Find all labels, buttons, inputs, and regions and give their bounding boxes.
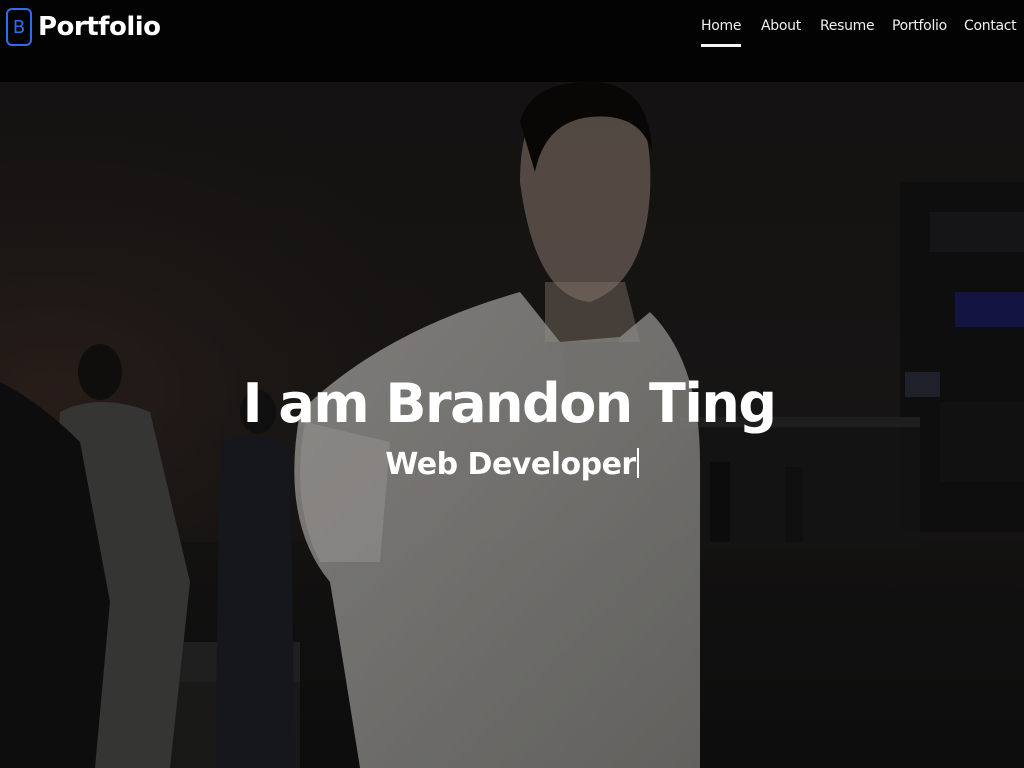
typing-cursor-icon (636, 448, 639, 478)
hero-section: I am Brandon Ting Web Developer (0, 82, 1024, 768)
hero-title: I am Brandon Ting (242, 372, 777, 435)
brand-logo-icon: B (6, 8, 32, 46)
hero-subtitle: Web Developer (385, 447, 636, 482)
nav-link-about[interactable]: About (761, 18, 801, 48)
nav-link-contact[interactable]: Contact (964, 18, 1017, 48)
nav-link-portfolio[interactable]: Portfolio (892, 18, 947, 48)
nav-link-home[interactable]: Home (701, 18, 741, 48)
brand[interactable]: B Portfolio (6, 8, 161, 46)
nav-link-resume[interactable]: Resume (820, 18, 875, 48)
navbar: B Portfolio Home About Resume Portfolio … (0, 0, 1024, 82)
brand-name: Portfolio (38, 12, 161, 42)
hero-text: I am Brandon Ting Web Developer (0, 372, 1024, 482)
